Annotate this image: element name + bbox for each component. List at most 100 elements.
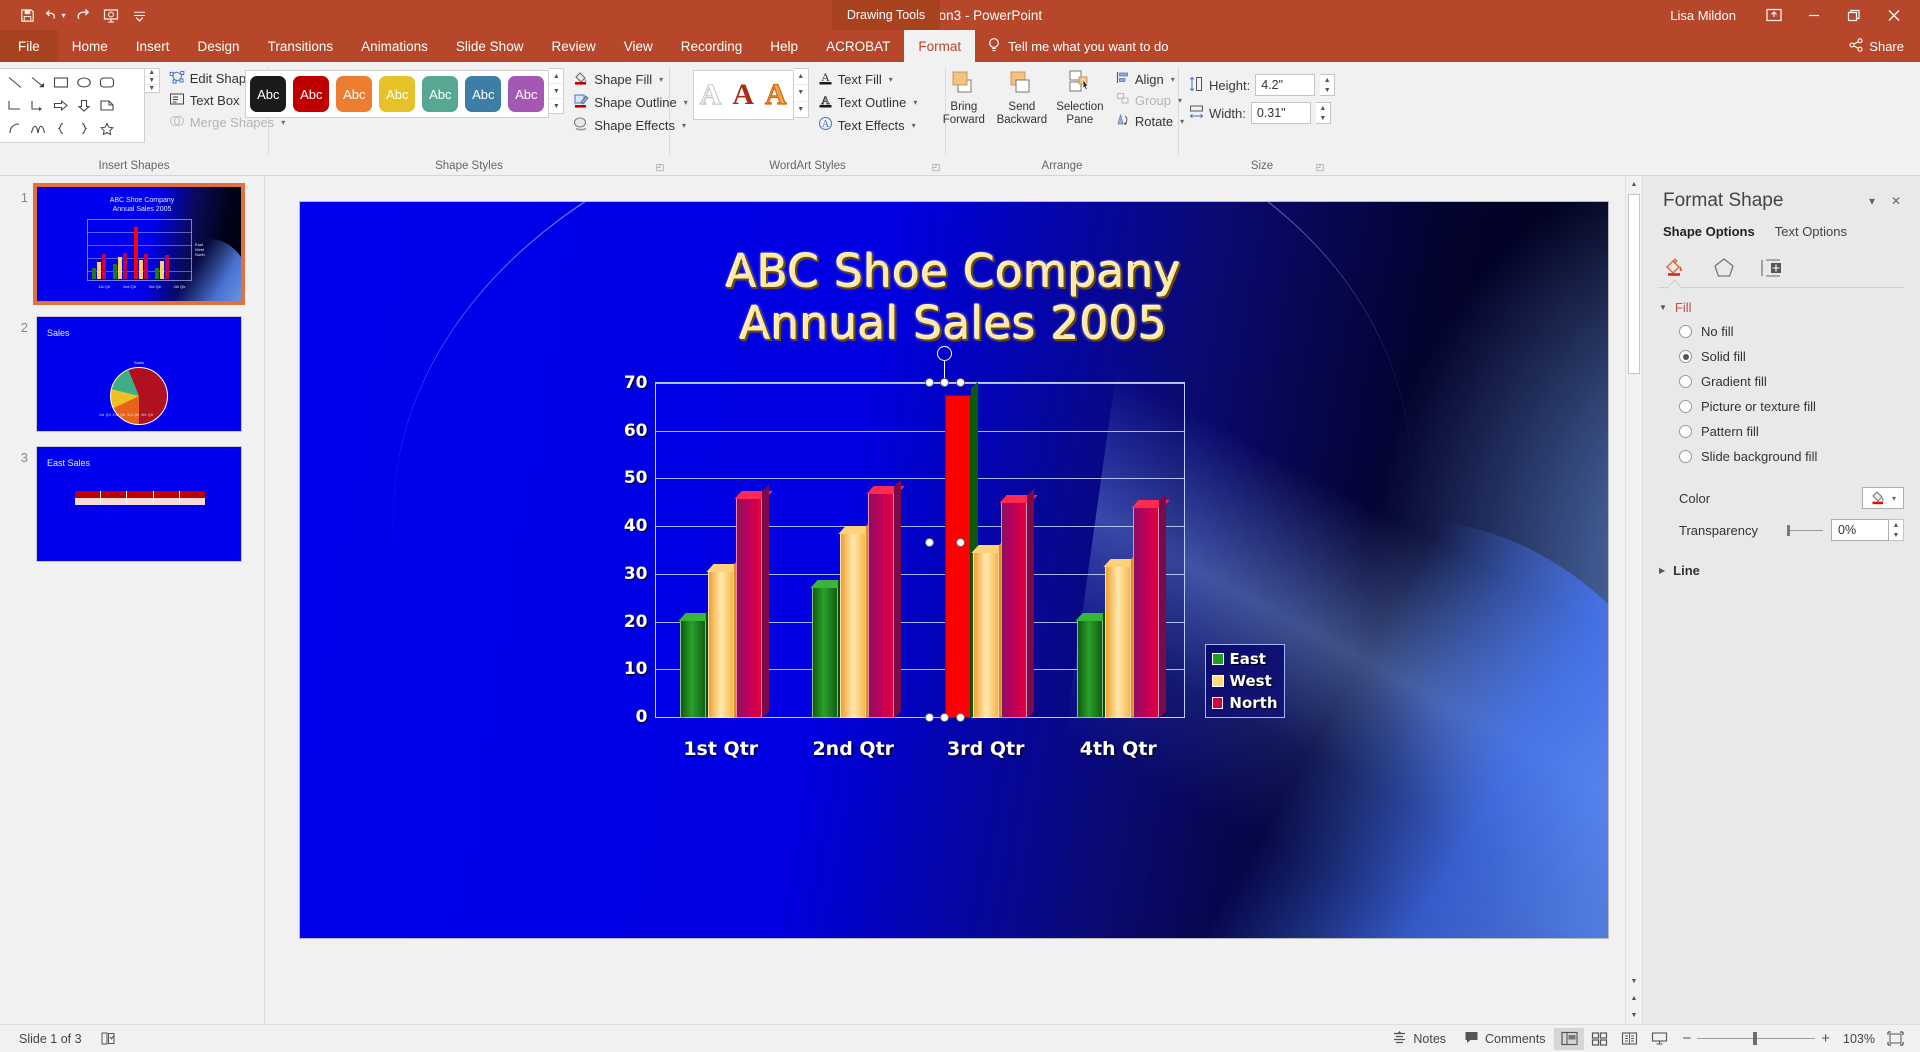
slide-thumbnail-1[interactable]: ABC Shoe Company Annual Sales 2005 1st Qt…: [33, 183, 245, 305]
shape-blank2-icon[interactable]: [119, 94, 142, 117]
bar-west-q1[interactable]: [706, 557, 745, 718]
height-up-icon[interactable]: ▲: [1320, 75, 1334, 85]
next-slide-icon[interactable]: ▼: [1626, 1007, 1642, 1024]
fill-option-solid-fill[interactable]: Solid fill: [1643, 344, 1920, 369]
shape-style-swatch[interactable]: Abc: [422, 76, 459, 112]
height-input[interactable]: 4.2": [1255, 74, 1316, 96]
wordart-dialog-launcher[interactable]: ◰: [930, 161, 942, 173]
bar-east-q2[interactable]: [810, 573, 849, 718]
pane-options-chevron-down-icon[interactable]: ▾: [1862, 191, 1882, 211]
width-stepper[interactable]: ▲ ▼: [1315, 102, 1331, 124]
start-presentation-icon[interactable]: [98, 3, 124, 27]
save-icon[interactable]: [14, 3, 40, 27]
fill-option-no-fill[interactable]: No fill: [1643, 319, 1920, 344]
radio-pattern-fill[interactable]: [1679, 425, 1692, 438]
slide-vertical-scrollbar[interactable]: ▲ ▼ ▲ ▼: [1625, 176, 1642, 1024]
shape-right-brace-icon[interactable]: [73, 117, 96, 140]
tab-acrobat[interactable]: ACROBAT: [812, 30, 904, 62]
bar-west-q2[interactable]: [838, 519, 877, 718]
transparency-input[interactable]: 0%: [1831, 519, 1889, 541]
bar-north-q4[interactable]: [1131, 494, 1170, 718]
slide-canvas[interactable]: ABC Shoe Company Annual Sales 2005 70 60…: [299, 202, 1608, 938]
slider-knob[interactable]: [1787, 524, 1790, 536]
styles-scroll-down-icon[interactable]: ▼: [549, 84, 564, 99]
tab-help[interactable]: Help: [756, 30, 812, 62]
shape-down-arrow-icon[interactable]: [73, 94, 96, 117]
bring-forward-button[interactable]: Bring Forward: [935, 66, 993, 130]
bar-west-q4[interactable]: [1103, 553, 1142, 718]
effects-pentagon-icon[interactable]: [1711, 255, 1737, 281]
undo-icon[interactable]: ▾: [42, 3, 68, 27]
zoom-in-button[interactable]: +: [1821, 1030, 1830, 1047]
bar-north-q3[interactable]: [999, 488, 1038, 718]
radio-picture-fill[interactable]: [1679, 400, 1692, 413]
slide-thumbnail-2[interactable]: Sales Sales 1st Qtr 2nd Qtr 3rd Qtr 4th …: [36, 316, 242, 432]
shape-rectangle-icon[interactable]: [50, 71, 73, 94]
normal-view-button[interactable]: [1554, 1027, 1585, 1050]
restore-icon[interactable]: [1834, 0, 1874, 30]
shape-line-arrow-icon[interactable]: [27, 71, 50, 94]
shape-styles-gallery[interactable]: Abc Abc Abc Abc Abc Abc Abc: [245, 70, 550, 118]
shape-style-swatch[interactable]: Abc: [293, 76, 330, 112]
fill-section-header[interactable]: ▼ Fill: [1643, 288, 1920, 319]
shape-curve-icon[interactable]: [27, 117, 50, 140]
shapes-more-icon[interactable]: ▼: [145, 85, 159, 92]
wordart-sample[interactable]: A: [732, 78, 754, 112]
size-and-properties-icon[interactable]: [1759, 255, 1785, 281]
zoom-knob[interactable]: [1753, 1032, 1758, 1045]
wordart-more-icon[interactable]: ▼: [794, 102, 808, 117]
fill-option-pattern-fill[interactable]: Pattern fill: [1643, 419, 1920, 444]
shape-style-swatch[interactable]: Abc: [379, 76, 416, 112]
shape-style-swatch[interactable]: Abc: [508, 76, 545, 112]
text-fill-button[interactable]: A Text Fill ▾: [815, 68, 923, 90]
accessibility-checker-icon[interactable]: [91, 1027, 125, 1051]
tab-shape-options[interactable]: Shape Options: [1663, 224, 1755, 239]
height-stepper[interactable]: ▲ ▼: [1320, 74, 1336, 96]
bar-east-q3-selected[interactable]: [944, 382, 978, 718]
shape-elbow-arrow-connector-icon[interactable]: [27, 94, 50, 117]
size-dialog-launcher[interactable]: ◰: [1314, 161, 1326, 173]
transparency-up-icon[interactable]: ▲: [1889, 520, 1903, 530]
minimize-icon[interactable]: [1794, 0, 1834, 30]
wordart-gallery-scroll[interactable]: ▲ ▼ ▼: [793, 68, 809, 118]
shape-styles-scroll[interactable]: ▲ ▼ ▼: [549, 68, 565, 114]
radio-slide-background-fill[interactable]: [1679, 450, 1692, 463]
fit-slide-to-window-icon[interactable]: [1880, 1028, 1910, 1050]
styles-more-icon[interactable]: ▼: [549, 99, 563, 113]
shape-oval-icon[interactable]: [73, 71, 96, 94]
text-effects-button[interactable]: A Text Effects ▾: [815, 114, 923, 136]
shape-left-brace-icon[interactable]: [50, 117, 73, 140]
shape-style-swatch[interactable]: Abc: [336, 76, 373, 112]
slide-title[interactable]: ABC Shoe Company Annual Sales 2005: [300, 246, 1608, 350]
tab-slide-show[interactable]: Slide Show: [442, 30, 538, 62]
bar-east-q1[interactable]: [678, 606, 717, 718]
slide-sorter-view-button[interactable]: [1584, 1028, 1614, 1050]
radio-solid-fill[interactable]: [1679, 350, 1692, 363]
fill-option-slide-background-fill[interactable]: Slide background fill: [1643, 444, 1920, 469]
tab-home[interactable]: Home: [58, 30, 122, 62]
slide-thumbnail-3[interactable]: East Sales: [36, 446, 242, 562]
tab-view[interactable]: View: [610, 30, 667, 62]
close-icon[interactable]: [1874, 0, 1914, 30]
redo-icon[interactable]: [70, 3, 96, 27]
fill-and-line-icon[interactable]: [1663, 255, 1689, 281]
bar-chart[interactable]: 70 60 50 40 30 20 10 0 1st Qtr 2nd Qtr 3…: [595, 346, 1285, 782]
bar-west-q3[interactable]: [971, 538, 1010, 718]
wordart-gallery[interactable]: A A A: [692, 70, 794, 120]
width-input[interactable]: 0.31": [1250, 102, 1311, 124]
reading-view-button[interactable]: [1614, 1028, 1644, 1050]
tab-transitions[interactable]: Transitions: [254, 30, 348, 62]
bar-east-q4[interactable]: [1075, 606, 1114, 718]
shape-styles-dialog-launcher[interactable]: ◰: [654, 161, 666, 173]
send-backward-button[interactable]: Send Backward: [993, 66, 1051, 130]
wordart-scroll-down-icon[interactable]: ▼: [793, 85, 808, 102]
scroll-up-icon[interactable]: ▲: [1626, 176, 1642, 193]
shapes-scroll-up-icon[interactable]: ▲: [144, 69, 159, 77]
line-section-header[interactable]: ▶ Line: [1643, 541, 1920, 582]
bar-north-q2[interactable]: [866, 479, 905, 718]
tab-animations[interactable]: Animations: [347, 30, 442, 62]
scroll-down-icon[interactable]: ▼: [1626, 973, 1642, 990]
fill-option-gradient-fill[interactable]: Gradient fill: [1643, 369, 1920, 394]
shapes-scroll-down-icon[interactable]: ▼: [144, 77, 159, 85]
shape-rounded-rectangle-icon[interactable]: [96, 71, 119, 94]
